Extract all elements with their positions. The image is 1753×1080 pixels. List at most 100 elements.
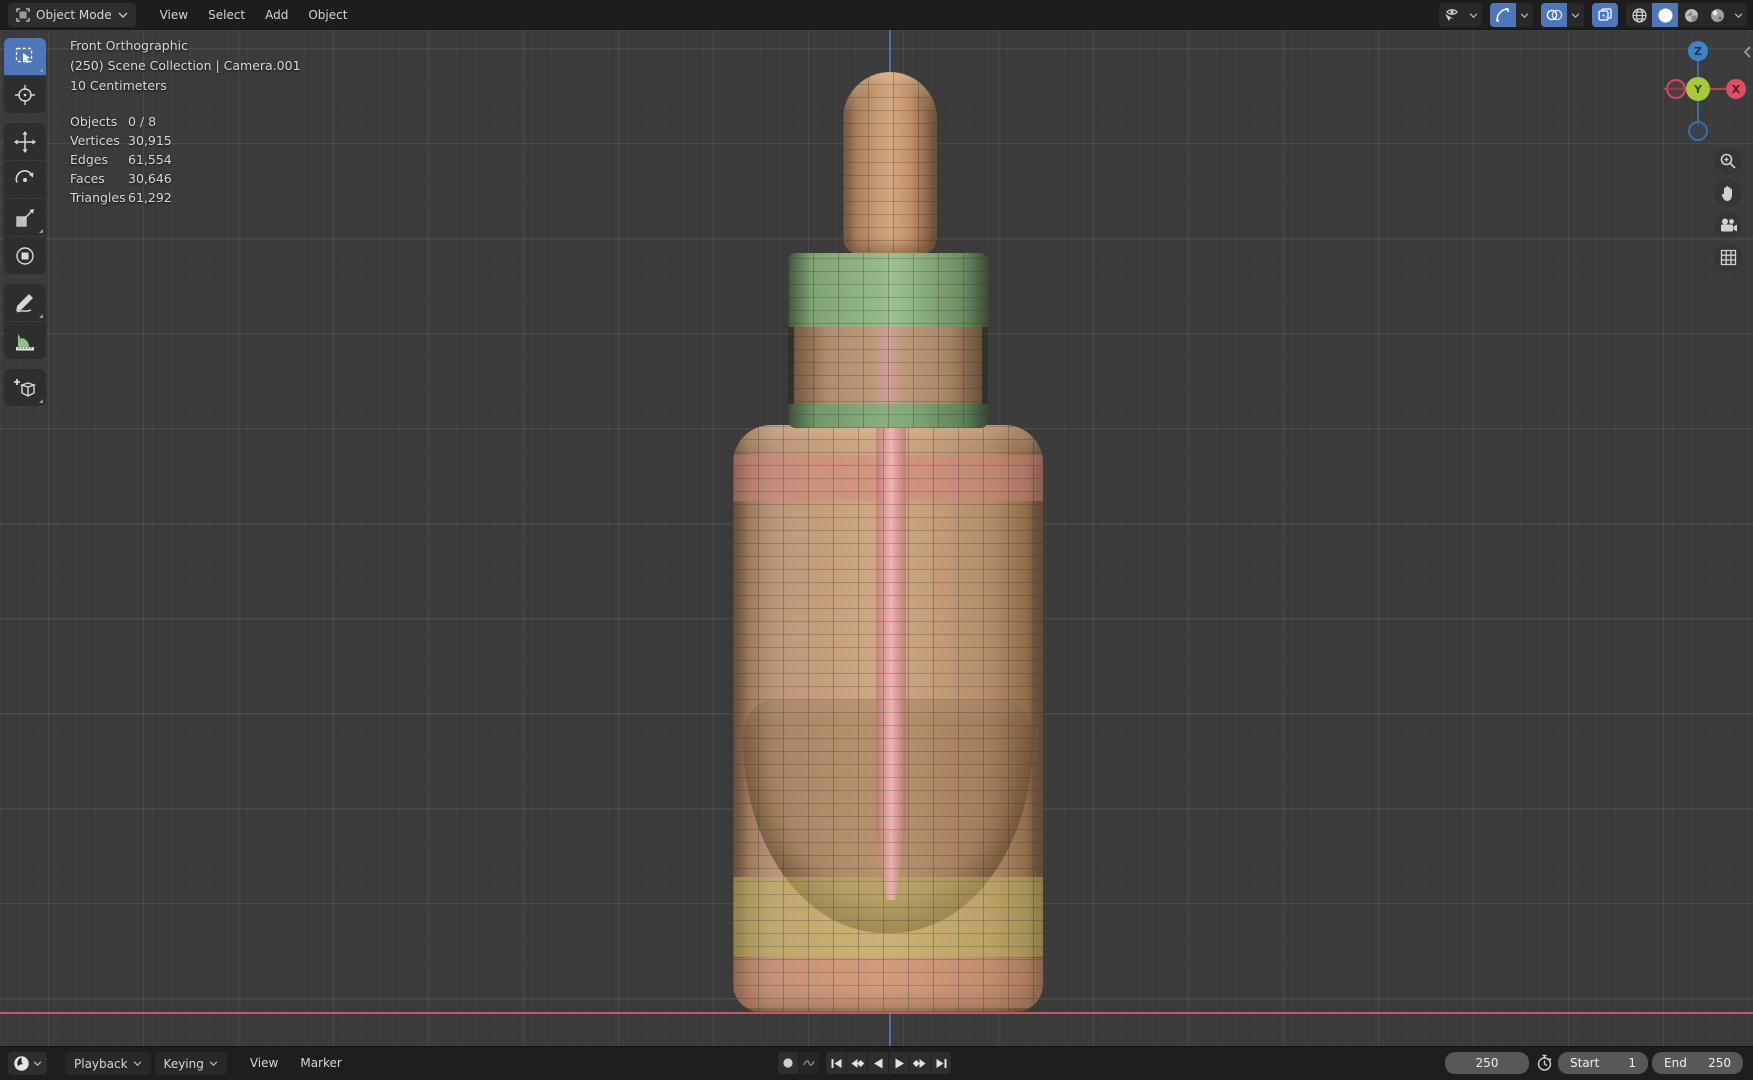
editor-type-selector[interactable] [8, 1052, 47, 1075]
gizmo-axis-negz[interactable] [1688, 121, 1708, 141]
stat-label: Objects [70, 114, 118, 129]
chevron-down-icon [133, 1061, 142, 1066]
stat-label: Triangles [70, 190, 126, 205]
tool-transform[interactable] [4, 237, 46, 274]
add-cube-icon [13, 377, 37, 399]
menu-select[interactable]: Select [198, 3, 255, 27]
frame-start-label: Start [1570, 1056, 1600, 1070]
shading-solid-button[interactable] [1652, 3, 1678, 27]
menu-view[interactable]: View [150, 3, 198, 27]
material-sphere-icon [1683, 7, 1700, 24]
tool-measure[interactable] [4, 322, 46, 359]
stat-label: Faces [70, 171, 105, 186]
x-axis-line [0, 1012, 1753, 1014]
stat-value: 30,646 [128, 171, 172, 186]
playback-controls [778, 1052, 952, 1074]
shading-dropdown[interactable] [1730, 3, 1747, 27]
gizmo-icon [1495, 7, 1511, 23]
gizmos-dropdown[interactable] [1516, 3, 1533, 27]
playback-menu[interactable]: Playback [65, 1052, 151, 1075]
tool-cursor[interactable] [4, 76, 46, 113]
timeline-marker-menu[interactable]: Marker [291, 1052, 350, 1075]
tool-move[interactable] [4, 123, 46, 160]
dropper-bulb [843, 72, 937, 254]
mode-selector-label: Object Mode [36, 7, 112, 22]
show-gizmos-button[interactable] [1490, 3, 1516, 27]
object-type-visibility-button[interactable] [1439, 3, 1465, 27]
rotate-icon [14, 169, 36, 191]
wireframe-sphere-icon [1631, 7, 1648, 24]
auto-keying-dropdown[interactable] [799, 1052, 819, 1074]
frame-start-field[interactable]: Start 1 [1558, 1052, 1648, 1074]
chevron-down-icon [118, 11, 128, 18]
gizmo-axis-negx[interactable] [1666, 79, 1686, 99]
pan-button[interactable] [1714, 179, 1742, 207]
cap-wireframe [788, 253, 988, 428]
keying-menu-label: Keying [163, 1056, 204, 1071]
timeline-view-menu[interactable]: View [241, 1052, 287, 1075]
rendered-sphere-icon [1709, 7, 1726, 24]
tool-scale[interactable] [4, 199, 46, 236]
hand-icon [1719, 184, 1737, 202]
tool-annotate[interactable] [4, 284, 46, 321]
stat-label: Edges [70, 152, 108, 167]
zoom-button[interactable] [1714, 147, 1742, 175]
dropper-bottle-object[interactable] [733, 72, 1043, 1012]
overlays-dropdown[interactable] [1567, 3, 1584, 27]
stat-value: 30,915 [128, 133, 172, 148]
record-button[interactable] [778, 1052, 798, 1074]
tool-add-cube[interactable] [4, 369, 46, 406]
frame-end-field[interactable]: End 250 [1652, 1052, 1743, 1074]
menu-add[interactable]: Add [255, 3, 298, 27]
gizmo-x-label: X [1731, 82, 1741, 96]
sidebar-toggle-arrow[interactable] [1743, 46, 1751, 58]
gizmo-axis-y[interactable]: Y [1686, 77, 1710, 101]
xray-icon [1597, 7, 1613, 23]
tool-rotate[interactable] [4, 161, 46, 198]
shading-rendered-button[interactable] [1704, 3, 1730, 27]
prev-keyframe-button[interactable] [847, 1052, 867, 1074]
stat-value: 61,292 [128, 190, 172, 205]
select-box-icon [14, 46, 36, 68]
show-overlays-button[interactable] [1541, 3, 1567, 27]
stat-value: 61,554 [128, 152, 172, 167]
stat-value: 0 / 8 [128, 114, 157, 129]
visibility-eye-icon [1443, 7, 1461, 23]
menu-object[interactable]: Object [298, 3, 357, 27]
bottle-body [733, 425, 1043, 1012]
ortho-grid-button[interactable] [1714, 243, 1742, 271]
grid-icon [1720, 249, 1737, 266]
camera-view-button[interactable] [1714, 211, 1742, 239]
tool-shelf [4, 38, 46, 407]
shading-material-button[interactable] [1678, 3, 1704, 27]
shading-wireframe-button[interactable] [1626, 3, 1652, 27]
gizmo-axis-z[interactable]: Z [1688, 41, 1708, 61]
bottle-wireframe [733, 425, 1043, 1012]
use-preview-range-button[interactable] [1533, 1052, 1555, 1074]
navigation-gizmo[interactable]: Z Y X [1640, 35, 1753, 165]
solid-sphere-icon [1657, 7, 1674, 24]
play-reverse-button[interactable] [868, 1052, 888, 1074]
play-button[interactable] [889, 1052, 909, 1074]
gizmo-axis-x[interactable]: X [1726, 79, 1746, 99]
viewport-info-overlay: Front Orthographic (250) Scene Collectio… [70, 36, 301, 207]
object-mode-icon [16, 7, 30, 22]
mode-selector[interactable]: Object Mode [8, 2, 136, 27]
visibility-dropdown[interactable] [1465, 3, 1482, 27]
3d-viewport[interactable]: Front Orthographic (250) Scene Collectio… [0, 30, 1753, 1046]
current-frame-field[interactable]: 250 [1445, 1052, 1529, 1074]
transform-icon [14, 245, 36, 267]
jump-to-start-button[interactable] [826, 1052, 846, 1074]
cursor-icon [14, 84, 36, 106]
playback-menu-label: Playback [74, 1056, 128, 1071]
current-frame-value: 250 [1475, 1056, 1499, 1070]
jump-to-end-button[interactable] [931, 1052, 951, 1074]
toggle-xray-button[interactable] [1592, 3, 1618, 27]
keying-menu[interactable]: Keying [154, 1052, 227, 1075]
dropper-cap [788, 253, 988, 428]
tool-subtools-indicator [39, 68, 43, 72]
tool-select-box[interactable] [4, 38, 46, 75]
magnifier-plus-icon [1719, 152, 1737, 170]
scale-icon [14, 207, 36, 229]
next-keyframe-button[interactable] [910, 1052, 930, 1074]
